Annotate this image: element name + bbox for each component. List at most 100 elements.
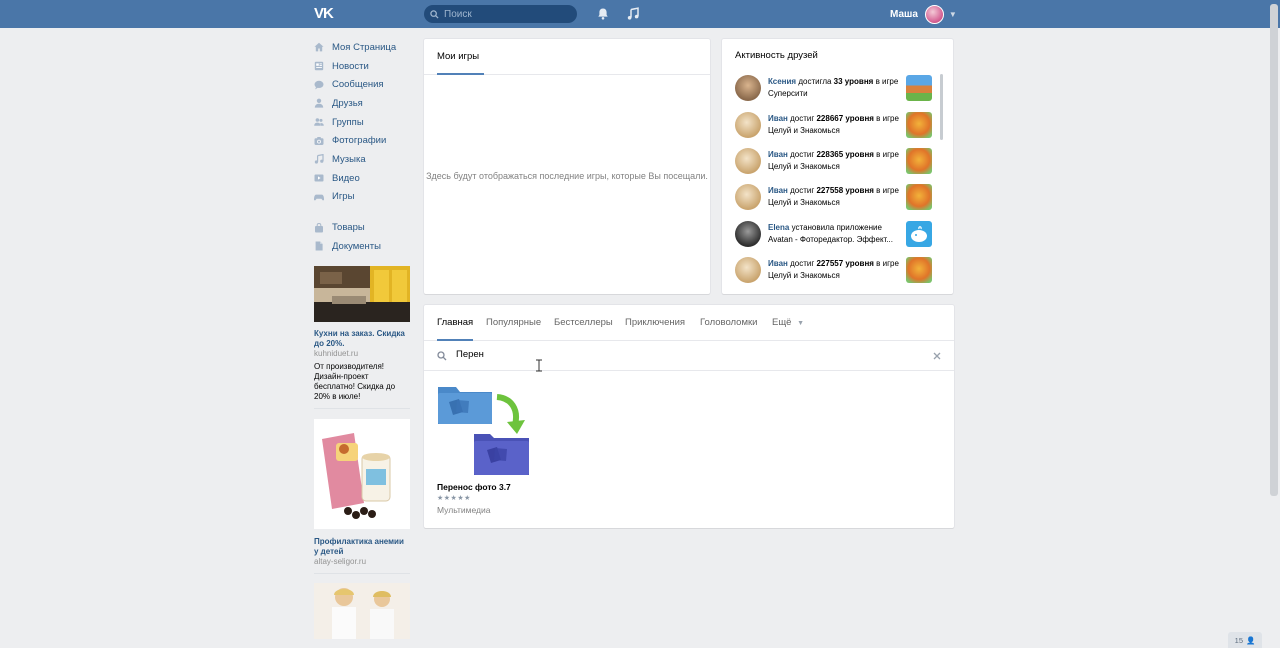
close-icon[interactable] — [933, 352, 941, 360]
chevron-down-icon: ▼ — [948, 9, 957, 19]
avatar[interactable] — [735, 148, 761, 174]
news-icon — [314, 61, 324, 71]
catalog-tabs: Главная Популярные Бестселлеры Приключен… — [424, 305, 954, 341]
activity-verb: достиг — [790, 150, 815, 159]
activity-verb: достиг — [790, 259, 815, 268]
activity-user[interactable]: Иван — [768, 186, 788, 195]
app-title[interactable]: Перенос фото 3.7 — [437, 482, 511, 492]
header-search[interactable] — [424, 5, 577, 23]
nav-item-my-page[interactable]: Моя Страница — [314, 38, 414, 57]
avatar[interactable] — [735, 221, 761, 247]
tab-puzzles[interactable]: Головоломки — [700, 305, 757, 341]
nav-item-messages[interactable]: Сообщения — [314, 75, 414, 94]
nav-label: Группы — [332, 116, 364, 128]
activity-scrollbar[interactable] — [940, 74, 943, 140]
activity-level: 227558 уровня — [816, 186, 874, 195]
tab-main[interactable]: Главная — [437, 305, 473, 341]
nav-item-goods[interactable]: Товары — [314, 218, 414, 237]
nav-label: Товары — [332, 222, 365, 234]
app-category: Мультимедиа — [437, 505, 491, 515]
music-icon[interactable] — [626, 7, 640, 21]
tab-my-games[interactable]: Мои игры — [437, 39, 484, 75]
nav-item-documents[interactable]: Документы — [314, 237, 414, 256]
ad-block-third[interactable] — [314, 583, 410, 642]
activity-item[interactable]: Ксения достигла 33 уровня в игре Суперси… — [735, 75, 935, 105]
game-thumbnail[interactable] — [906, 75, 932, 101]
left-nav: Моя Страница Новости Сообщения Друзья Гр… — [314, 38, 414, 256]
nav-item-news[interactable]: Новости — [314, 57, 414, 76]
ad-title[interactable]: Кухни на заказ. Скидка до 20%. — [314, 329, 410, 349]
home-icon — [314, 43, 324, 52]
ad-divider — [314, 408, 410, 409]
activity-item[interactable]: Иван достиг 228365 уровня в игре Целуй и… — [735, 148, 935, 178]
bell-icon[interactable] — [596, 7, 610, 21]
gamepad-icon — [314, 194, 324, 201]
friends-activity-card: Активность друзей Ксения достигла 33 уро… — [722, 39, 953, 294]
nav-label: Моя Страница — [332, 41, 397, 53]
activity-item[interactable]: Иван достиг 227558 уровня в игре Целуй и… — [735, 184, 935, 214]
app-card-image[interactable] — [437, 382, 532, 477]
ad-title[interactable]: Профилактика анемии у детей — [314, 537, 410, 557]
games-catalog-card: Главная Популярные Бестселлеры Приключен… — [424, 305, 954, 528]
activity-level: 228667 уровня — [816, 114, 874, 123]
activity-user[interactable]: Elena — [768, 223, 789, 232]
ad-block-anemia[interactable]: Профилактика анемии у детей altay-seligo… — [314, 419, 410, 567]
ad-image-people — [314, 583, 410, 639]
ad-domain: altay-seligor.ru — [314, 557, 367, 566]
counter-badge[interactable]: 15 👤 — [1228, 632, 1262, 648]
my-games-header: Мои игры — [424, 39, 710, 75]
search-input[interactable] — [444, 8, 564, 20]
catalog-search-input[interactable] — [456, 349, 756, 360]
nav-label: Новости — [332, 60, 369, 72]
nav-label: Музыка — [332, 153, 366, 165]
nav-item-games[interactable]: Игры — [314, 188, 414, 207]
user-menu[interactable]: Маша ▼ — [890, 4, 957, 24]
activity-user[interactable]: Ксения — [768, 77, 796, 86]
nav-label: Видео — [332, 172, 360, 184]
nav-item-friends[interactable]: Друзья — [314, 94, 414, 113]
tab-popular[interactable]: Популярные — [486, 305, 541, 341]
nav-item-music[interactable]: Музыка — [314, 150, 414, 169]
app-thumbnail[interactable] — [906, 221, 932, 247]
avatar[interactable] — [735, 257, 761, 283]
game-thumbnail[interactable] — [906, 257, 932, 283]
ad-divider — [314, 573, 410, 574]
avatar[interactable] — [735, 184, 761, 210]
activity-level: 33 уровня — [833, 77, 874, 86]
activity-item[interactable]: Иван достиг 227557 уровня в игре Целуй и… — [735, 257, 935, 287]
vk-logo[interactable]: VK — [314, 5, 338, 23]
activity-item[interactable]: Elena установила приложение Avatan - Фот… — [735, 221, 935, 251]
activity-level: 227557 уровня — [816, 259, 874, 268]
activity-user[interactable]: Иван — [768, 114, 788, 123]
page-scrollbar[interactable] — [1270, 4, 1278, 496]
avatar[interactable] — [735, 112, 761, 138]
ad-domain: kuhniduet.ru — [314, 349, 359, 358]
nav-item-video[interactable]: Видео — [314, 169, 414, 188]
music-note-icon — [314, 154, 324, 165]
catalog-search[interactable] — [424, 341, 954, 371]
activity-verb: достиг — [790, 186, 815, 195]
nav-label: Друзья — [332, 97, 363, 109]
activity-user[interactable]: Иван — [768, 150, 788, 159]
messages-icon — [314, 80, 324, 90]
game-thumbnail[interactable] — [906, 148, 932, 174]
text-cursor-icon — [536, 359, 542, 372]
nav-label: Документы — [332, 240, 381, 252]
tab-adventures[interactable]: Приключения — [625, 305, 685, 341]
folder-transfer-icon — [438, 387, 529, 475]
activity-item[interactable]: Иван достиг 228667 уровня в игре Целуй и… — [735, 112, 935, 142]
ad-block-kitchen[interactable]: Кухни на заказ. Скидка до 20%. kuhniduet… — [314, 266, 410, 402]
nav-item-groups[interactable]: Группы — [314, 113, 414, 132]
search-icon — [430, 9, 439, 19]
activity-user[interactable]: Иван — [768, 259, 788, 268]
avatar[interactable] — [735, 75, 761, 101]
tab-bestsellers[interactable]: Бестселлеры — [554, 305, 613, 341]
ad-image-kitchen — [314, 266, 410, 322]
activity-level: 228365 уровня — [816, 150, 874, 159]
top-header: VK Маша ▼ — [0, 0, 1280, 28]
tab-more[interactable]: Ещё ▼ — [772, 305, 804, 341]
game-thumbnail[interactable] — [906, 184, 932, 210]
my-games-card: Мои игры Здесь будут отображаться послед… — [424, 39, 710, 294]
nav-item-photos[interactable]: Фотографии — [314, 131, 414, 150]
game-thumbnail[interactable] — [906, 112, 932, 138]
